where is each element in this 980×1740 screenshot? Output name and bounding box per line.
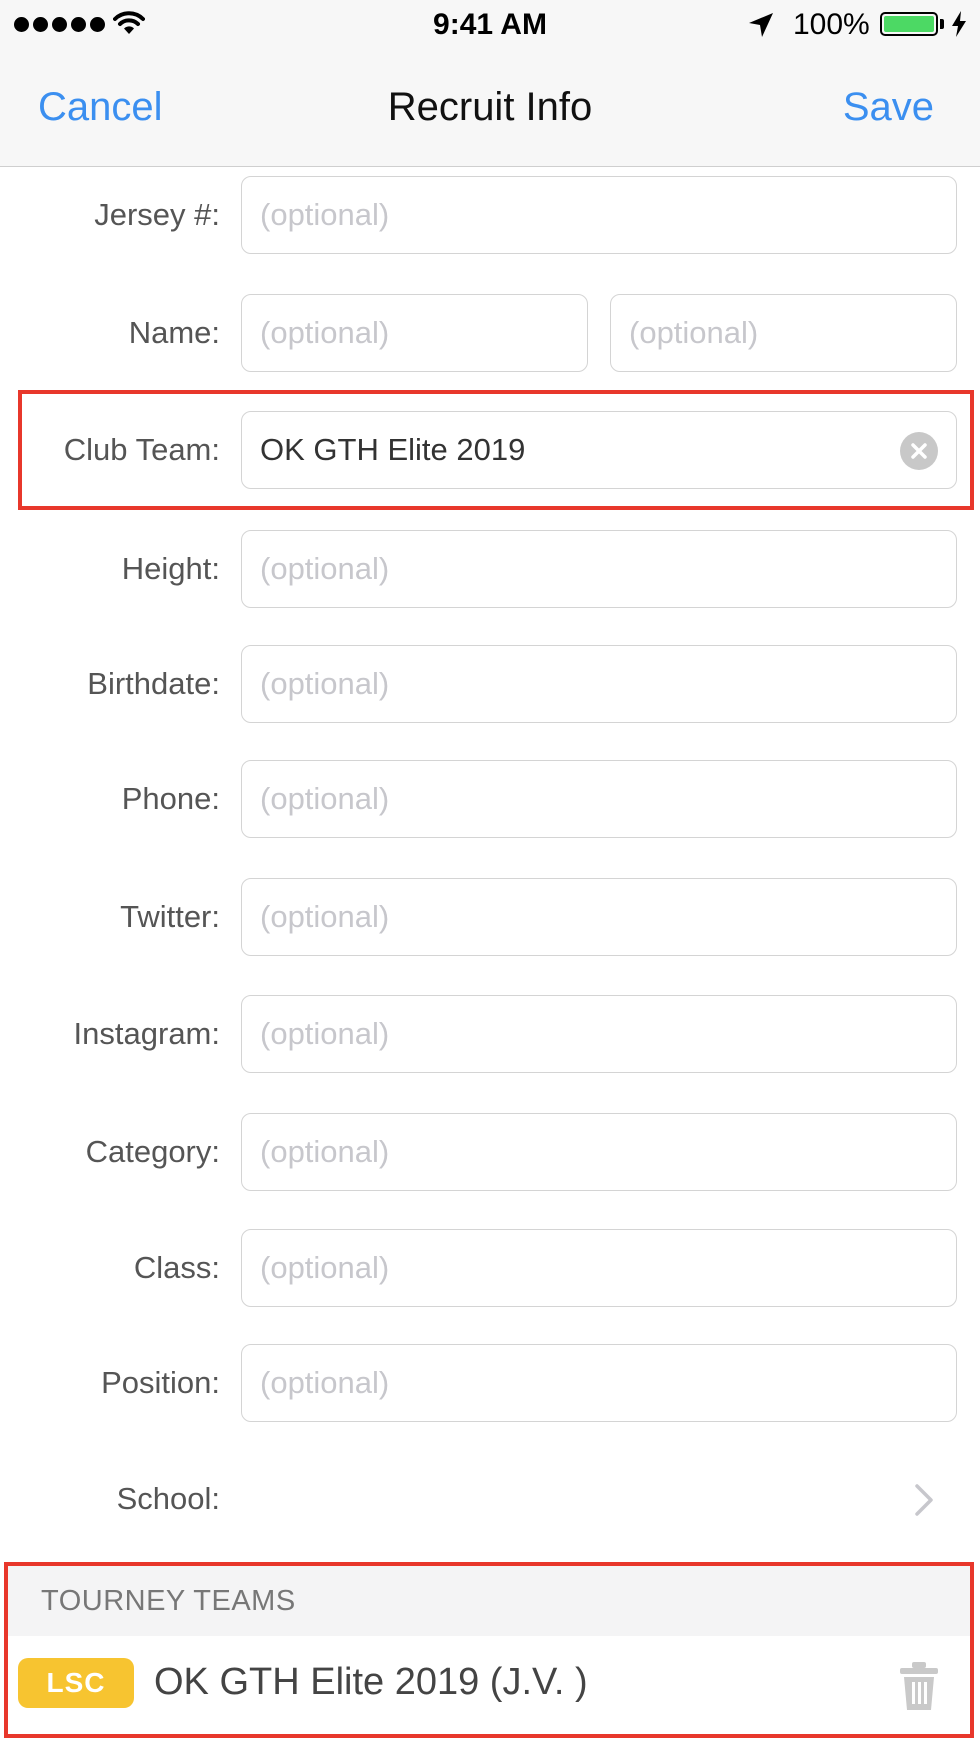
category-row: Category: xyxy=(0,1113,980,1191)
chevron-right-icon xyxy=(915,1484,933,1516)
twitter-row: Twitter: xyxy=(0,878,980,956)
phone-row: Phone: xyxy=(0,760,980,838)
position-label: Position: xyxy=(101,1365,220,1400)
status-bar: 9:41 AM 100% xyxy=(0,0,980,50)
class-label: Class: xyxy=(133,1250,220,1285)
category-field[interactable] xyxy=(241,1113,957,1191)
height-row: Height: xyxy=(0,530,980,608)
birthdate-input[interactable] xyxy=(260,646,904,722)
twitter-field[interactable] xyxy=(241,878,957,956)
category-input[interactable] xyxy=(260,1114,904,1190)
phone-input[interactable] xyxy=(260,761,904,837)
position-field[interactable] xyxy=(241,1344,957,1422)
club-team-row: Club Team: xyxy=(0,411,980,489)
save-button[interactable]: Save xyxy=(843,85,934,130)
name-label: Name: xyxy=(128,315,220,350)
first-name-field[interactable] xyxy=(241,294,588,372)
location-arrow-icon xyxy=(749,13,773,37)
position-input[interactable] xyxy=(260,1345,904,1421)
twitter-input[interactable] xyxy=(260,879,904,955)
battery-tip xyxy=(940,19,944,29)
jersey-row: Jersey #: xyxy=(0,176,980,254)
club-team-input[interactable] xyxy=(260,412,904,488)
name-row: Name: xyxy=(0,294,980,372)
class-field[interactable] xyxy=(241,1229,957,1307)
school-row[interactable]: School: xyxy=(0,1460,980,1538)
last-name-input[interactable] xyxy=(629,295,904,371)
charging-bolt-icon xyxy=(952,11,966,37)
category-label: Category: xyxy=(85,1134,220,1169)
first-name-input[interactable] xyxy=(260,295,535,371)
club-team-field[interactable] xyxy=(241,411,957,489)
page-title: Recruit Info xyxy=(387,85,593,129)
position-row: Position: xyxy=(0,1344,980,1422)
height-field[interactable] xyxy=(241,530,957,608)
height-input[interactable] xyxy=(260,531,904,607)
instagram-field[interactable] xyxy=(241,995,957,1073)
battery-percent: 100% xyxy=(793,8,870,41)
instagram-label: Instagram: xyxy=(73,1016,220,1051)
height-label: Height: xyxy=(121,551,220,586)
birthdate-label: Birthdate: xyxy=(87,666,220,701)
phone-field[interactable] xyxy=(241,760,957,838)
jersey-label: Jersey #: xyxy=(94,197,220,232)
phone-label: Phone: xyxy=(121,781,220,816)
clear-circle-icon[interactable] xyxy=(900,432,938,470)
birthdate-row: Birthdate: xyxy=(0,645,980,723)
birthdate-field[interactable] xyxy=(241,645,957,723)
club-team-label: Club Team: xyxy=(63,432,220,467)
jersey-input[interactable] xyxy=(260,177,904,253)
school-label: School: xyxy=(116,1481,220,1516)
battery-icon xyxy=(880,12,938,36)
instagram-row: Instagram: xyxy=(0,995,980,1073)
twitter-label: Twitter: xyxy=(120,899,220,934)
tourney-teams-highlight xyxy=(4,1562,974,1738)
class-input[interactable] xyxy=(260,1230,904,1306)
navigation-bar: Cancel Recruit Info Save xyxy=(0,50,980,167)
last-name-field[interactable] xyxy=(610,294,957,372)
jersey-field[interactable] xyxy=(241,176,957,254)
class-row: Class: xyxy=(0,1229,980,1307)
instagram-input[interactable] xyxy=(260,996,904,1072)
